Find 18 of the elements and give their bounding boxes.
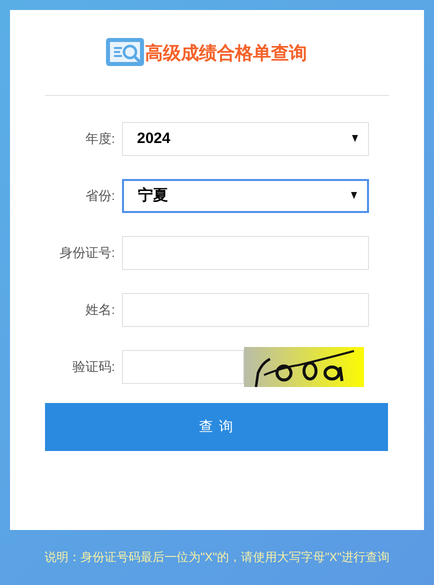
select-value: 2024	[137, 130, 172, 147]
page-title: 高级成绩合格单查询	[145, 42, 307, 64]
input-field[interactable]	[122, 350, 244, 384]
note-text: 说明：身份证号码最后一位为"X"的，请使用大写字母"X"进行查询	[43, 549, 391, 566]
field-label: 验证码:	[71, 358, 115, 376]
field-label: 省份:	[84, 186, 115, 204]
field-label: 身份证号:	[58, 244, 115, 262]
select-value: 宁夏	[138, 186, 169, 205]
field-label: 年度:	[84, 130, 115, 148]
input-field[interactable]	[122, 292, 369, 326]
dropdown-arrow-icon	[351, 192, 357, 199]
field-label: 姓名:	[84, 300, 115, 318]
select-field[interactable]: 2024	[122, 122, 369, 156]
search-list-icon	[105, 36, 145, 68]
dropdown-arrow-icon	[352, 135, 358, 142]
input-field[interactable]	[122, 236, 369, 270]
submit-button[interactable]: 查 询	[45, 403, 388, 451]
select-field[interactable]: 宁夏	[122, 178, 369, 212]
